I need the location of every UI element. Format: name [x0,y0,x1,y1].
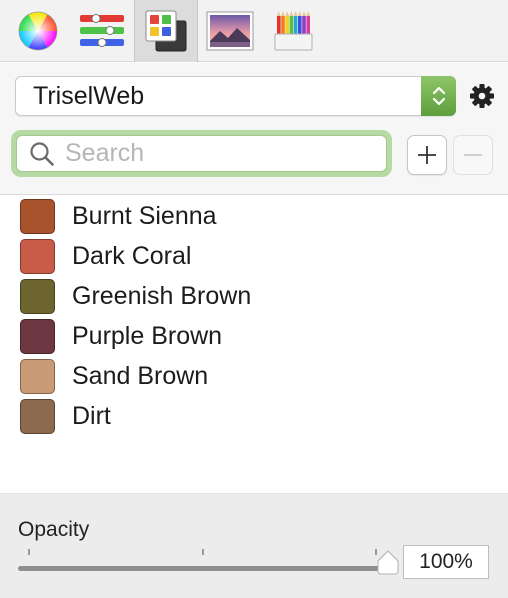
color-name: Greenish Brown [72,281,252,310]
palettes-icon [145,10,187,52]
color-name: Burnt Sienna [72,201,217,230]
toolbar [0,0,508,62]
color-swatch [20,198,55,234]
color-name: Dark Coral [72,241,192,270]
remove-color-button[interactable] [453,135,493,175]
opacity-label: Opacity [18,518,90,541]
slider-tick [202,549,204,555]
controls-panel: TriselWeb [0,63,508,195]
color-swatch [20,358,55,394]
list-item[interactable]: Sand Brown [0,356,508,396]
list-item[interactable]: Dirt [0,396,508,436]
opacity-panel: Opacity 100% [0,493,508,598]
plus-icon [418,146,436,164]
list-item[interactable]: Purple Brown [0,316,508,356]
color-swatch [20,318,55,354]
color-name: Purple Brown [72,321,223,350]
pencils-icon [274,11,313,51]
list-item[interactable]: Greenish Brown [0,276,508,316]
color-swatch [20,238,55,274]
tab-image-palettes[interactable] [198,0,262,62]
minus-icon [464,154,482,156]
add-color-button[interactable] [407,135,447,175]
sliders-icon [80,14,124,47]
gear-icon[interactable] [469,83,495,109]
color-wheel-icon [18,11,58,51]
slider-thumb[interactable] [376,549,400,575]
list-item[interactable]: Dark Coral [0,236,508,276]
palette-select[interactable]: TriselWeb [15,76,456,116]
opacity-slider[interactable] [18,549,399,579]
list-item[interactable]: Burnt Sienna [0,196,508,236]
color-swatch [20,278,55,314]
color-name: Dirt [72,401,111,430]
select-stepper-icon[interactable] [421,76,456,116]
search-box [16,135,387,172]
color-name: Sand Brown [72,361,209,390]
tab-color-wheel[interactable] [6,0,70,62]
slider-fill [18,566,388,571]
search-field [11,130,392,177]
opacity-value-field[interactable]: 100% [403,545,489,579]
search-input[interactable] [65,139,365,168]
color-swatch [20,398,55,434]
slider-tick [28,549,30,555]
palette-select-value: TriselWeb [33,81,145,110]
color-list: Burnt Sienna Dark Coral Greenish Brown P… [0,196,508,436]
tab-color-sliders[interactable] [70,0,134,62]
tab-pencils[interactable] [262,0,326,62]
search-icon [30,141,54,166]
image-icon [206,11,254,51]
tab-color-palettes[interactable] [134,0,198,62]
